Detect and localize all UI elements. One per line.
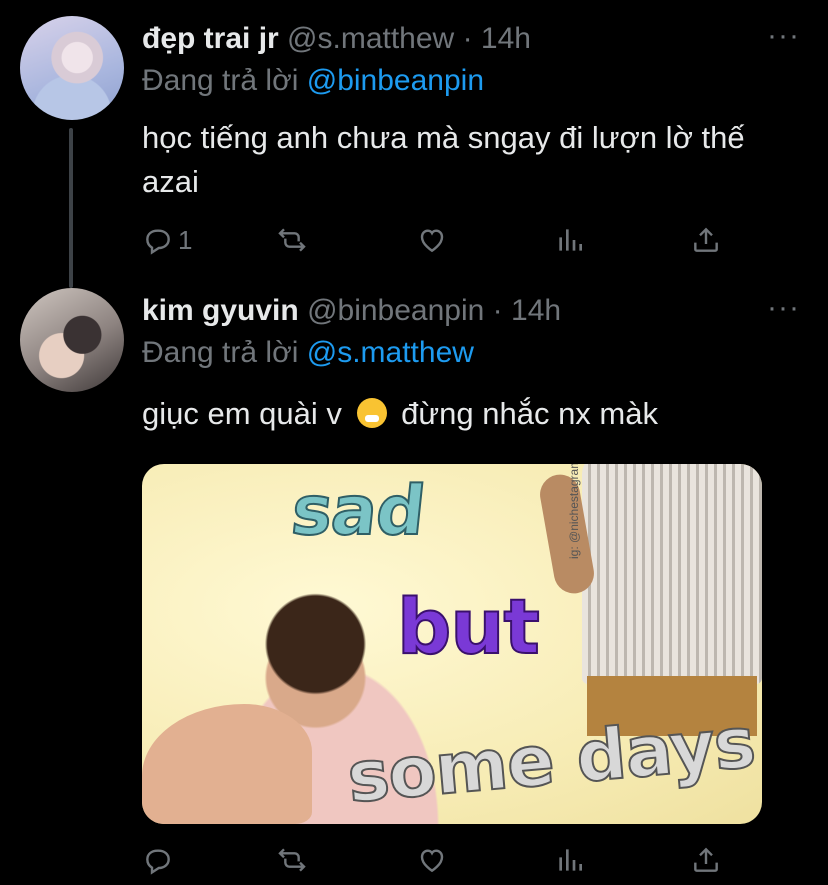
- tweet-actions: [142, 840, 742, 880]
- reply-button[interactable]: 1: [142, 220, 192, 260]
- image-shirt: [582, 464, 762, 684]
- reply-icon: [146, 229, 170, 255]
- share-button[interactable]: [690, 840, 722, 880]
- share-icon: [694, 227, 718, 252]
- retweet-button[interactable]: [276, 220, 308, 260]
- replying-to: Đang trả lời @binbeanpin: [142, 64, 484, 98]
- tweet-header: đẹp trai jr @s.matthew · 14h: [142, 22, 531, 56]
- image-credit: ig: @nichestagram: [567, 464, 581, 559]
- timestamp[interactable]: 14h: [481, 22, 531, 55]
- avatar[interactable]: [20, 288, 124, 392]
- replying-to-label: Đang trả lời: [142, 64, 299, 97]
- separator: ·: [462, 22, 473, 55]
- meme-word-but: but: [396, 581, 541, 672]
- thread-connector: [69, 128, 73, 288]
- more-options-icon[interactable]: ···: [767, 293, 800, 323]
- user-handle[interactable]: @s.matthew: [287, 22, 454, 55]
- display-name[interactable]: kim gyuvin: [142, 294, 299, 327]
- reply-count: 1: [178, 224, 193, 255]
- timestamp[interactable]: 14h: [511, 294, 561, 327]
- avatar[interactable]: [20, 16, 124, 120]
- replying-to: Đang trả lời @s.matthew: [142, 336, 474, 370]
- steam-from-nose-emoji-icon: [356, 398, 387, 428]
- tweet-text: giục em quài v đừng nhắc nx màk: [142, 392, 802, 436]
- like-button[interactable]: [416, 840, 448, 880]
- retweet-icon: [278, 228, 306, 252]
- more-options-icon[interactable]: ···: [767, 21, 800, 51]
- meme-word-sad: sad: [287, 471, 429, 552]
- retweet-button[interactable]: [276, 840, 308, 880]
- reply-icon: [146, 849, 170, 875]
- share-icon: [694, 847, 718, 872]
- tweet-actions: 1: [142, 220, 742, 260]
- tweet[interactable]: đẹp trai jr @s.matthew · 14h ··· Đang tr…: [0, 0, 828, 288]
- attached-image[interactable]: sad but some days ig: @nichestagram: [142, 464, 762, 824]
- analytics-button[interactable]: [554, 220, 586, 260]
- replying-to-label: Đang trả lời: [142, 336, 299, 369]
- display-name[interactable]: đẹp trai jr: [142, 22, 279, 55]
- analytics-icon: [559, 849, 582, 871]
- separator: ·: [492, 294, 503, 327]
- like-icon: [420, 229, 444, 253]
- tweet-header: kim gyuvin @binbeanpin · 14h: [142, 294, 561, 328]
- analytics-button[interactable]: [554, 840, 586, 880]
- analytics-icon: [559, 229, 582, 251]
- mention-link[interactable]: @binbeanpin: [307, 64, 484, 97]
- tweet-text-part: giục em quài v: [142, 396, 342, 431]
- share-button[interactable]: [690, 220, 722, 260]
- tweet-text-part: đừng nhắc nx màk: [401, 396, 658, 431]
- mention-link[interactable]: @s.matthew: [307, 336, 474, 369]
- tweet[interactable]: kim gyuvin @binbeanpin · 14h ··· Đang tr…: [0, 280, 828, 885]
- reply-button[interactable]: [142, 840, 174, 880]
- tweet-text: học tiếng anh chưa mà sngay đi lượn lờ t…: [142, 120, 745, 199]
- like-button[interactable]: [416, 220, 448, 260]
- user-handle[interactable]: @binbeanpin: [307, 294, 484, 327]
- retweet-icon: [278, 848, 306, 872]
- like-icon: [420, 849, 444, 873]
